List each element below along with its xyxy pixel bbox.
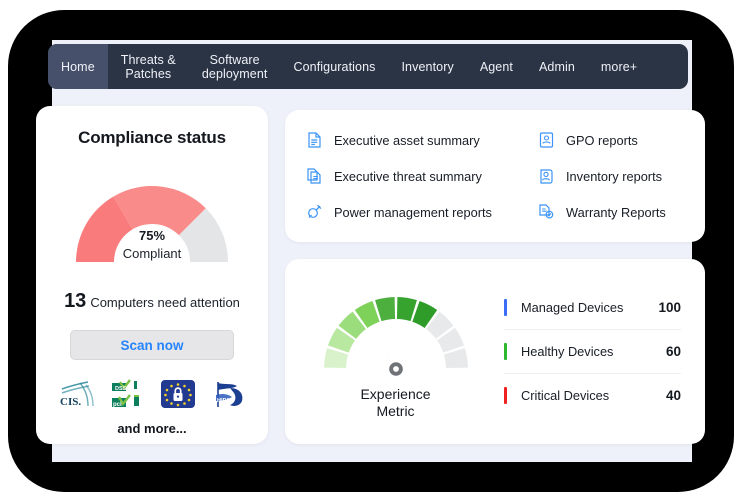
device-color-bar xyxy=(504,387,507,404)
device-stat-label: Critical Devices xyxy=(521,388,610,403)
report-link-executive-asset-summary[interactable]: Executive asset summary xyxy=(307,122,539,158)
compliance-gauge: 75% Compliant xyxy=(62,166,242,270)
report-link-power-management-reports[interactable]: Power management reports xyxy=(307,194,539,230)
report-label: Executive asset summary xyxy=(334,132,480,148)
compliance-status-card: Compliance status 75% Compliant 13 Comput… xyxy=(36,106,268,444)
pci-dss-logo: DSS pci xyxy=(110,378,150,415)
inventory-person-icon xyxy=(539,168,554,184)
experience-gauge-segments xyxy=(323,297,468,369)
compliance-state-label: Compliant xyxy=(122,246,182,261)
experience-metric-card: Experience Metric Managed Devices 100 Heal… xyxy=(285,259,705,444)
documents-copy-icon xyxy=(307,168,322,184)
computers-need-attention: 13 Computers need attention xyxy=(36,290,268,313)
experience-gauge xyxy=(311,283,481,379)
nav-tab-threats-patches[interactable]: Threats & Patches xyxy=(108,44,189,89)
warranty-document-icon xyxy=(539,204,554,220)
device-stats-list: Managed Devices 100 Healthy Devices 60 Criti… xyxy=(500,286,705,417)
reports-card: Executive asset summary GPO reports Execut… xyxy=(285,110,705,242)
document-report-icon xyxy=(307,132,322,148)
reports-grid: Executive asset summary GPO reports Execut… xyxy=(285,110,705,242)
svg-text:CIS.: CIS. xyxy=(60,396,81,408)
experience-gauge-svg xyxy=(323,297,468,376)
nav-tab-inventory[interactable]: Inventory xyxy=(388,44,466,89)
cis-logo: CIS. xyxy=(58,379,100,414)
report-label: Executive threat summary xyxy=(334,168,482,184)
nav-tab-admin[interactable]: Admin xyxy=(526,44,588,89)
gpo-document-icon xyxy=(539,132,554,148)
report-label: Warranty Reports xyxy=(566,204,666,220)
compliance-percent: 75% xyxy=(138,228,166,243)
device-stat-value: 60 xyxy=(665,344,681,359)
scan-now-button[interactable]: Scan now xyxy=(70,330,234,360)
nav-tab-more[interactable]: more+ xyxy=(588,44,650,89)
svg-text:HIPAA: HIPAA xyxy=(217,398,234,404)
needle-hub-center xyxy=(392,366,399,372)
report-label: GPO reports xyxy=(566,132,638,148)
report-link-executive-threat-summary[interactable]: Executive threat summary xyxy=(307,158,539,194)
device-stat-value: 40 xyxy=(665,388,681,403)
report-link-inventory-reports[interactable]: Inventory reports xyxy=(539,158,727,194)
device-stat-label: Healthy Devices xyxy=(521,344,614,359)
compliance-gauge-center: 75% Compliant xyxy=(62,228,242,261)
experience-gauge-section: Experience Metric xyxy=(285,283,500,420)
compliance-title: Compliance status xyxy=(78,128,226,147)
experience-gauge-needle xyxy=(374,330,403,376)
report-label: Power management reports xyxy=(334,204,492,220)
device-stat-row: Managed Devices 100 xyxy=(504,286,681,329)
top-navigation-bar: Home Threats & Patches Software deployment… xyxy=(48,44,688,89)
attention-text: Computers need attention xyxy=(90,295,240,310)
power-plug-icon xyxy=(307,204,322,220)
nav-tab-home[interactable]: Home xyxy=(48,44,108,89)
nav-tab-software-deployment[interactable]: Software deployment xyxy=(189,44,281,89)
svg-text:DSS: DSS xyxy=(115,386,127,392)
and-more-label: and more... xyxy=(117,421,187,436)
nav-tab-configurations[interactable]: Configurations xyxy=(280,44,388,89)
attention-count: 13 xyxy=(64,290,87,312)
gdpr-logo xyxy=(160,379,196,414)
device-stat-row: Healthy Devices 60 xyxy=(504,329,681,373)
device-stat-row: Critical Devices 40 xyxy=(504,373,681,417)
device-stat-value: 100 xyxy=(658,300,681,315)
report-label: Inventory reports xyxy=(566,168,663,184)
hipaa-logo: HIPAA xyxy=(206,379,246,414)
device-color-bar xyxy=(504,343,507,360)
compliance-standards-logos: CIS. DSS pci HIPAA xyxy=(36,378,268,414)
experience-metric-label: Experience Metric xyxy=(360,386,431,419)
device-stat-label: Managed Devices xyxy=(521,300,624,315)
device-color-bar xyxy=(504,299,507,316)
report-link-gpo-reports[interactable]: GPO reports xyxy=(539,122,727,158)
svg-text:pci: pci xyxy=(113,402,122,408)
report-link-warranty-reports[interactable]: Warranty Reports xyxy=(539,194,727,230)
nav-tab-agent[interactable]: Agent xyxy=(467,44,526,89)
